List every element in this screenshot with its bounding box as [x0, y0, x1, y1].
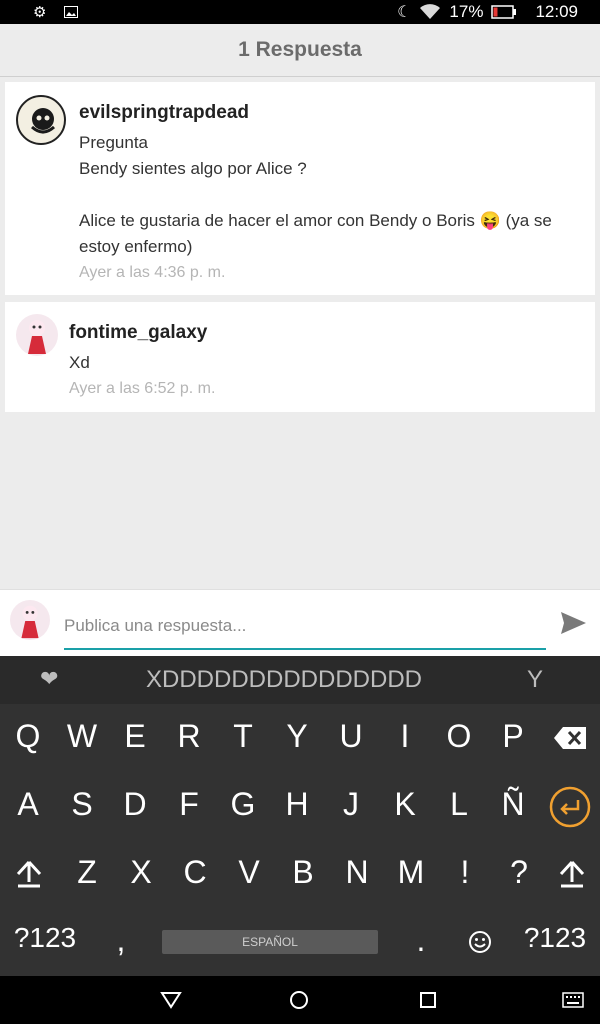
key-exclaim[interactable]: ! [438, 854, 492, 891]
comment-timestamp: Ayer a las 6:52 p. m. [69, 380, 216, 397]
keyboard: ❤ XDDDDDDDDDDDDDDD Y Q W E R T Y U I O P… [0, 656, 600, 976]
backspace-icon[interactable] [554, 727, 586, 749]
enter-icon[interactable] [549, 786, 591, 828]
key-n-tilde[interactable]: Ñ [486, 786, 540, 823]
comment-timestamp: Ayer a las 4:36 p. m. [79, 264, 226, 281]
nav-bar [0, 976, 600, 1024]
recents-icon[interactable] [419, 991, 437, 1009]
wifi-icon [420, 4, 441, 19]
symbols-key-right[interactable]: ?123 [520, 922, 590, 954]
key-s[interactable]: S [55, 786, 109, 823]
clock: 12:09 [535, 2, 578, 21]
comment-username[interactable]: fontime_galaxy [69, 322, 207, 344]
key-l[interactable]: L [432, 786, 486, 823]
key-comma[interactable]: , [94, 922, 148, 959]
spacebar[interactable]: ESPAÑOL [162, 930, 378, 954]
key-q[interactable]: Q [1, 718, 55, 755]
comment-card: fontime_galaxy Xd Ayer a las 6:52 p. m. [5, 302, 595, 412]
suggestion-bar: ❤ XDDDDDDDDDDDDDDD Y [0, 656, 600, 704]
key-period[interactable]: . [394, 922, 448, 959]
key-t[interactable]: T [216, 718, 270, 755]
key-z[interactable]: Z [60, 854, 114, 891]
key-r[interactable]: R [162, 718, 216, 755]
symbols-key[interactable]: ?123 [10, 922, 80, 954]
key-o[interactable]: O [432, 718, 486, 755]
key-u[interactable]: U [324, 718, 378, 755]
comment-line: estoy enfermo) [79, 237, 193, 256]
status-bar: ⚙ ☾ 17% 12:09 [0, 0, 600, 24]
key-d[interactable]: D [108, 786, 162, 823]
key-b[interactable]: B [276, 854, 330, 891]
back-icon[interactable] [160, 991, 182, 1009]
avatar[interactable] [16, 95, 66, 145]
comment-card: evilspringtrapdead Pregunta Bendy siente… [5, 82, 595, 295]
key-e[interactable]: E [108, 718, 162, 755]
emoji-icon[interactable] [468, 930, 492, 954]
emoji: 😝 [479, 211, 501, 230]
reply-input[interactable] [64, 610, 546, 650]
battery-icon [491, 5, 517, 19]
keyboard-icon[interactable] [562, 992, 584, 1008]
key-k[interactable]: K [378, 786, 432, 823]
key-i[interactable]: I [378, 718, 432, 755]
key-m[interactable]: M [384, 854, 438, 891]
suggestion-right[interactable]: Y [527, 666, 543, 694]
comment-line: Alice te gustaria de hacer el amor con B… [79, 211, 552, 230]
key-h[interactable]: H [270, 786, 324, 823]
app-header: 1 Respuesta [0, 24, 600, 77]
comment-line: Bendy sientes algo por Alice ? [79, 159, 307, 178]
key-v[interactable]: V [222, 854, 276, 891]
comment-body: Pregunta Bendy sientes algo por Alice ? … [79, 130, 579, 260]
comment-username[interactable]: evilspringtrapdead [79, 102, 249, 124]
key-p[interactable]: P [486, 718, 540, 755]
shift-icon[interactable] [559, 860, 585, 888]
battery-percent: 17% [449, 2, 484, 21]
key-n[interactable]: N [330, 854, 384, 891]
moon-icon: ☾ [397, 4, 412, 21]
key-y[interactable]: Y [270, 718, 324, 755]
heart-icon[interactable]: ❤ [40, 666, 58, 692]
comment-body: Xd [69, 353, 90, 372]
comment-line: Pregunta [79, 133, 148, 152]
settings-icon: ⚙ [33, 4, 47, 21]
reply-bar [0, 589, 600, 656]
key-c[interactable]: C [168, 854, 222, 891]
home-icon[interactable] [289, 990, 309, 1010]
key-w[interactable]: W [55, 718, 109, 755]
image-icon [64, 6, 79, 18]
suggestion-main[interactable]: XDDDDDDDDDDDDDDD [146, 666, 422, 694]
page-title: 1 Respuesta [238, 38, 362, 61]
key-question[interactable]: ? [492, 854, 546, 891]
key-x[interactable]: X [114, 854, 168, 891]
key-a[interactable]: A [1, 786, 55, 823]
avatar[interactable] [16, 314, 58, 356]
key-g[interactable]: G [216, 786, 270, 823]
key-f[interactable]: F [162, 786, 216, 823]
send-icon[interactable] [558, 608, 588, 638]
avatar [10, 600, 50, 640]
key-j[interactable]: J [324, 786, 378, 823]
shift-icon[interactable] [16, 860, 42, 888]
